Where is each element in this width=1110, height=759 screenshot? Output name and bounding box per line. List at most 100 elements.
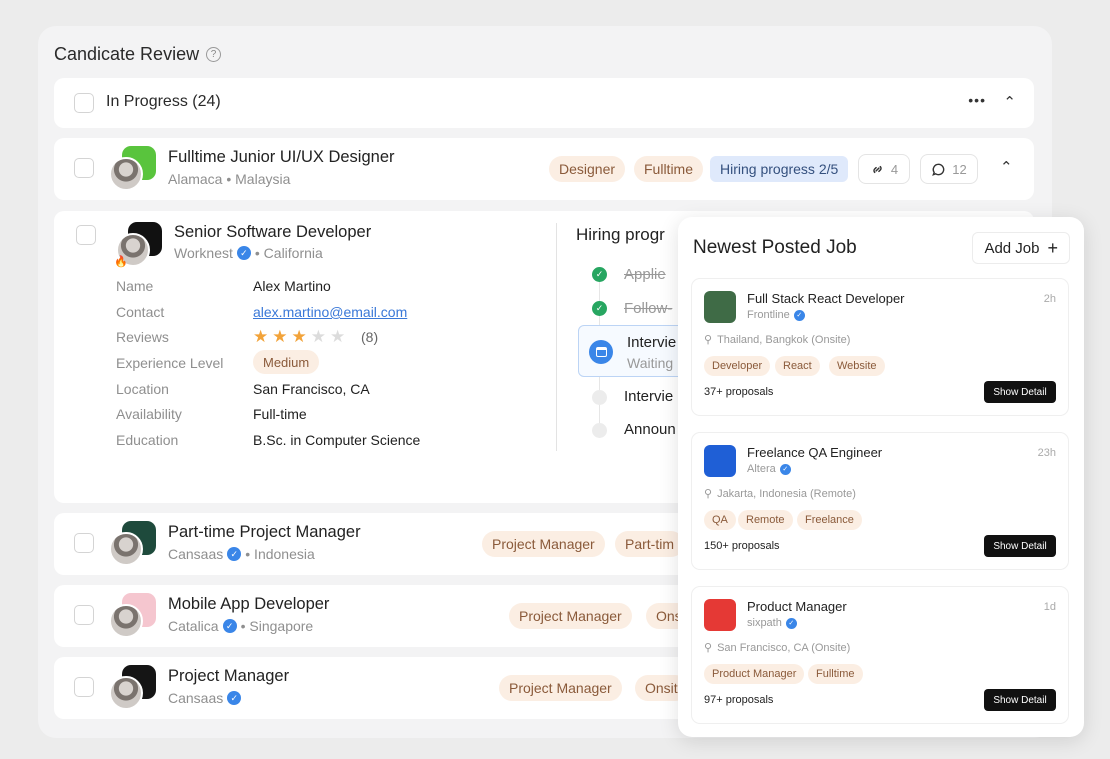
job-card[interactable]: Freelance QA Engineer Altera ✓ 23h ⚲ Jak… xyxy=(692,433,1068,569)
job-card-title: Freelance QA Engineer xyxy=(747,445,883,460)
company-name: sixpath xyxy=(747,617,782,629)
verified-icon: ✓ xyxy=(793,309,805,321)
pin-icon: ⚲ xyxy=(704,642,713,654)
comments-button[interactable]: 12 xyxy=(920,154,978,184)
verified-icon: ✓ xyxy=(779,463,791,475)
show-detail-button[interactable]: Show Detail xyxy=(984,535,1056,557)
job-tag: React xyxy=(775,356,820,376)
job-card-company: Altera ✓ xyxy=(747,463,791,475)
job-tag: QA xyxy=(704,510,736,530)
page-title: Candicate Review ? xyxy=(54,44,222,65)
job-tag: Remote xyxy=(738,510,793,530)
group-checkbox[interactable] xyxy=(74,93,94,113)
divider xyxy=(556,223,557,451)
step-label: Follow- xyxy=(624,300,673,317)
candidate-company: Worknest ✓ • California xyxy=(174,245,323,261)
avatar xyxy=(109,676,143,710)
job-tag: Developer xyxy=(704,356,771,376)
company-name: Catalica xyxy=(168,618,219,634)
links-button[interactable]: 4 xyxy=(858,154,910,184)
job-tag: Fulltime xyxy=(808,664,863,684)
more-icon[interactable]: ••• xyxy=(968,92,986,108)
group-header: In Progress (24) ••• ⌃ xyxy=(54,78,1034,128)
job-card-title: Full Stack React Developer xyxy=(747,291,905,306)
field-label: Availability xyxy=(116,406,182,422)
verified-icon: ✓ xyxy=(222,619,237,633)
tag: Fulltime xyxy=(634,156,704,182)
show-detail-button[interactable]: Show Detail xyxy=(984,689,1056,711)
field-label: Reviews xyxy=(116,329,169,345)
page-title-text: Candicate Review xyxy=(54,44,200,64)
star-filled-icon: ★ xyxy=(253,327,269,346)
verified-icon: ✓ xyxy=(227,547,242,561)
row-checkbox[interactable] xyxy=(74,158,94,178)
fire-icon: 🔥 xyxy=(114,256,128,268)
candidate-job-title: Senior Software Developer xyxy=(174,223,372,241)
posted-time: 23h xyxy=(1037,447,1056,459)
tag: Part-tim xyxy=(615,531,684,557)
verified-icon: ✓ xyxy=(785,617,797,629)
field-label: Experience Level xyxy=(116,355,224,371)
proposal-count: 37+ proposals xyxy=(704,386,774,398)
job-tag: Freelance xyxy=(797,510,862,530)
location-text: Thailand, Bangkok (Onsite) xyxy=(717,333,851,346)
tag: Project Manager xyxy=(499,675,622,701)
row-checkbox[interactable] xyxy=(76,225,96,245)
job-subtitle: Cansaas ✓ • Indonesia xyxy=(168,546,315,562)
company-logo xyxy=(704,291,736,323)
company-name: Cansaas xyxy=(168,690,224,706)
candidate-availability: Full-time xyxy=(253,406,307,422)
job-card-title: Product Manager xyxy=(747,599,847,614)
job-subtitle: Cansaas ✓ xyxy=(168,690,242,706)
step-label: Announ xyxy=(624,421,676,438)
star-filled-icon: ★ xyxy=(291,327,307,346)
add-job-button[interactable]: Add Job + xyxy=(972,232,1070,264)
job-title: Mobile App Developer xyxy=(168,595,330,613)
job-card[interactable]: Full Stack React Developer Frontline ✓ 2… xyxy=(692,279,1068,415)
field-label: Location xyxy=(116,381,169,397)
panel-title: Newest Posted Job xyxy=(693,237,857,258)
company-name: Frontline xyxy=(747,309,790,321)
help-icon[interactable]: ? xyxy=(206,47,222,62)
proposal-count: 97+ proposals xyxy=(704,694,774,706)
company-location: • Indonesia xyxy=(245,546,315,562)
hiring-progress-title: Hiring progr xyxy=(576,225,665,244)
job-card[interactable]: Product Manager sixpath ✓ 1d ⚲ San Franc… xyxy=(692,587,1068,723)
avatar xyxy=(109,157,143,191)
group-label: In Progress (24) xyxy=(106,93,221,110)
tag: Project Manager xyxy=(482,531,605,557)
field-label: Name xyxy=(116,278,154,294)
tag: Designer xyxy=(549,156,626,182)
avatar xyxy=(109,532,143,566)
comment-icon xyxy=(932,163,945,176)
row-checkbox[interactable] xyxy=(74,677,94,697)
posted-time: 1d xyxy=(1043,601,1056,613)
job-card-company: sixpath ✓ xyxy=(747,617,797,629)
candidate-location: San Francisco, CA xyxy=(253,381,370,397)
hiring-progress-badge[interactable]: Hiring progress 2/5 xyxy=(710,156,849,182)
chevron-up-icon[interactable]: ⌃ xyxy=(1000,158,1013,176)
show-detail-button[interactable]: Show Detail xyxy=(984,381,1056,403)
pending-dot xyxy=(592,390,607,405)
pin-icon: ⚲ xyxy=(704,488,713,500)
plus-icon: + xyxy=(1047,237,1058,258)
link-icon xyxy=(873,165,882,173)
avatar xyxy=(109,604,143,638)
row-checkbox[interactable] xyxy=(74,533,94,553)
job-title: Part-time Project Manager xyxy=(168,523,361,541)
job-location: ⚲ San Francisco, CA (Onsite) xyxy=(704,641,851,655)
step-label: Intervie xyxy=(627,334,677,351)
job-location: ⚲ Jakarta, Indonesia (Remote) xyxy=(704,487,856,501)
calendar-icon xyxy=(589,340,613,364)
tag: Project Manager xyxy=(509,603,632,629)
field-label: Education xyxy=(116,432,179,448)
featured-job-row[interactable]: Fulltime Junior UI/UX Designer Alamaca •… xyxy=(54,138,1034,200)
row-checkbox[interactable] xyxy=(74,605,94,625)
job-location: ⚲ Thailand, Bangkok (Onsite) xyxy=(704,333,851,347)
star-empty-icon: ★ xyxy=(330,327,346,346)
location-text: San Francisco, CA (Onsite) xyxy=(717,641,851,654)
job-title: Fulltime Junior UI/UX Designer xyxy=(168,148,395,166)
comment-count: 12 xyxy=(952,161,967,177)
contact-email-link[interactable]: alex.martino@email.com xyxy=(253,304,407,320)
collapse-icon[interactable]: ⌃ xyxy=(1003,93,1016,111)
